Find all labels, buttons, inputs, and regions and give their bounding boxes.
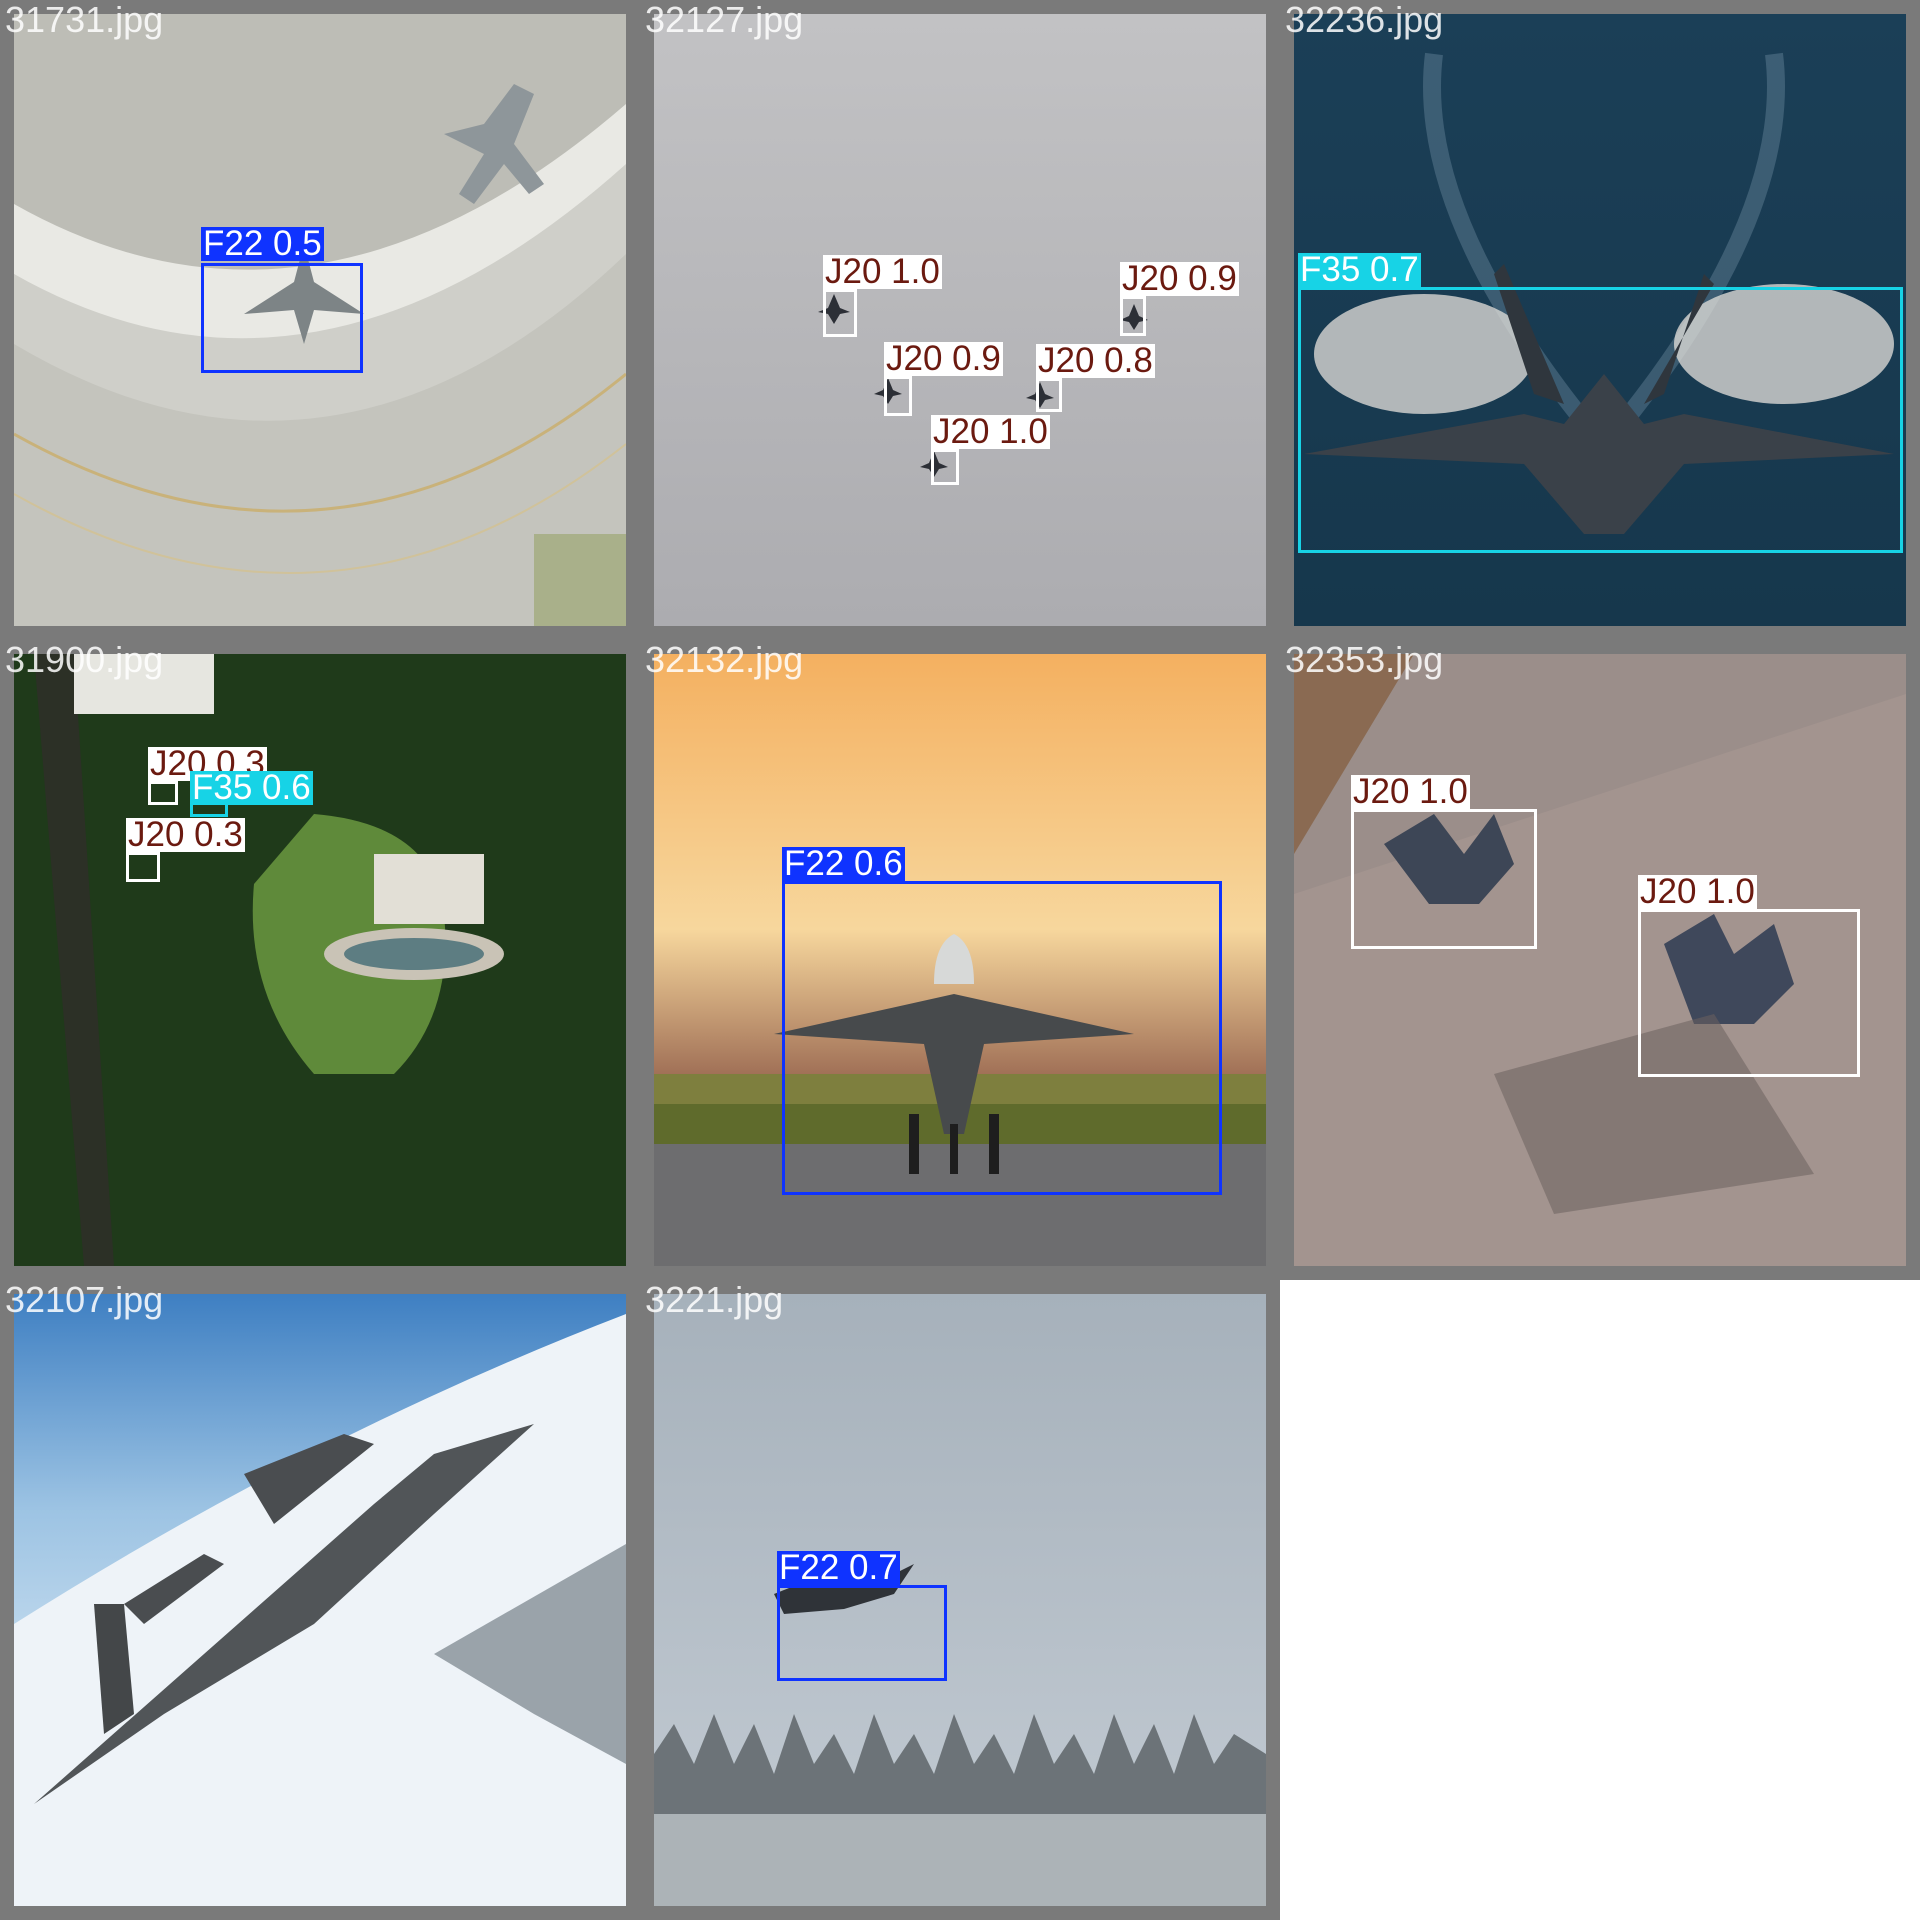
tile-filename: 31731.jpg (5, 0, 164, 40)
detection-label: J20 0.9 (884, 339, 1003, 378)
detection-box (1351, 809, 1537, 949)
image-tile: F35 0.7 32236.jpg (1280, 0, 1920, 640)
tile-filename: 32107.jpg (5, 1279, 164, 1320)
image-tile: F22 0.7 3221.jpg (640, 1280, 1280, 1920)
tile-filename: 32127.jpg (645, 0, 804, 40)
detection-box (1298, 287, 1903, 553)
image-tile: 32107.jpg (0, 1280, 640, 1920)
tile-filename: 31900.jpg (5, 639, 164, 680)
tile-photo: F35 0.7 (1294, 14, 1906, 626)
detection-box (126, 852, 160, 882)
tile-filename: 32353.jpg (1285, 639, 1444, 680)
detection-box (782, 881, 1222, 1195)
detection-box (1638, 909, 1860, 1077)
image-tile: J20 0.3 F35 0.6 J20 0.3 31900.jpg (0, 640, 640, 1280)
image-tile: F22 0.5 31731.jpg (0, 0, 640, 640)
tile-photo: F22 0.5 (14, 14, 626, 626)
detection-label: J20 0.8 (1036, 341, 1155, 380)
overcast-sky-scene (654, 14, 1266, 626)
detection-label: J20 1.0 (931, 412, 1050, 451)
tile-filename: 3221.jpg (645, 1279, 784, 1320)
detection-label: J20 1.0 (1638, 872, 1757, 911)
detection-label: J20 1.0 (823, 252, 942, 291)
tile-filename: 32132.jpg (645, 639, 804, 680)
detection-box (1036, 378, 1062, 412)
detection-label: F22 0.6 (782, 844, 905, 883)
detection-box (201, 263, 363, 373)
forest-aerial-scene (14, 654, 626, 1266)
detection-box (823, 289, 857, 337)
detection-label: F22 0.7 (777, 1548, 900, 1587)
snowy-forest-scene (654, 1294, 1266, 1906)
detection-label: F35 0.6 (190, 768, 313, 807)
detection-box (884, 376, 912, 416)
detection-label: F35 0.7 (1298, 250, 1421, 289)
detection-label: F22 0.5 (201, 224, 324, 263)
detection-box (931, 449, 959, 485)
tile-filename: 32236.jpg (1285, 0, 1444, 40)
image-tile: J20 1.0 J20 1.0 32353.jpg (1280, 640, 1920, 1280)
detection-mosaic: F22 0.5 31731.jpg J20 1.0 J20 0.9 J20 0.… (0, 0, 1920, 1920)
above-clouds-scene (14, 1294, 626, 1906)
tile-photo (14, 1294, 626, 1906)
detection-label: J20 0.3 (126, 815, 245, 854)
detection-label: J20 0.9 (1120, 259, 1239, 298)
tile-photo: J20 1.0 J20 0.9 J20 0.9 J20 0.8 J20 1.0 (654, 14, 1266, 626)
image-tile: J20 1.0 J20 0.9 J20 0.9 J20 0.8 J20 1.0 3212… (640, 0, 1280, 640)
tile-photo: J20 0.3 F35 0.6 J20 0.3 (14, 654, 626, 1266)
detection-box (777, 1585, 947, 1681)
detection-box (1120, 296, 1146, 336)
tile-photo: F22 0.6 (654, 654, 1266, 1266)
detection-label: J20 1.0 (1351, 772, 1470, 811)
detection-box (148, 781, 178, 805)
tile-photo: F22 0.7 (654, 1294, 1266, 1906)
image-tile: F22 0.6 32132.jpg (640, 640, 1280, 1280)
tile-photo: J20 1.0 J20 1.0 (1294, 654, 1906, 1266)
